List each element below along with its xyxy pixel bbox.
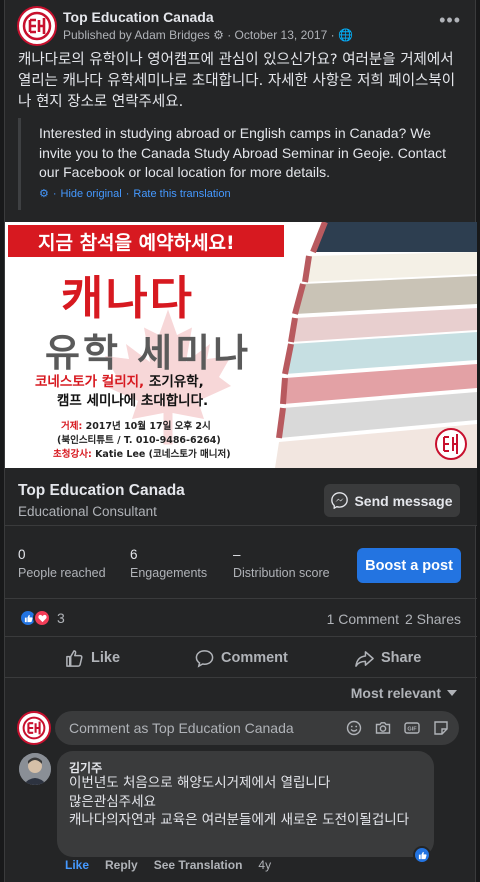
send-message-button[interactable]: Send message (324, 484, 460, 517)
camera-icon[interactable] (374, 719, 391, 736)
reaction-icons[interactable]: 3 (19, 609, 65, 627)
thumbs-up-icon (66, 649, 83, 667)
page-avatar[interactable] (17, 6, 57, 46)
banner-title-2: 유학 세미나 (45, 331, 252, 375)
share-arrow-icon (355, 650, 374, 667)
comment-like-badge[interactable] (413, 846, 431, 864)
post-date[interactable]: October 13, 2017 (235, 28, 328, 42)
see-translation-link[interactable]: See Translation (154, 858, 243, 872)
distribution-value: – (233, 547, 241, 562)
engagements-value: 6 (130, 547, 138, 562)
comment-button[interactable]: Comment (195, 637, 288, 679)
love-reaction-icon (33, 609, 51, 627)
composer-avatar[interactable] (17, 711, 51, 745)
engagement-counts: 1 Comment 2 Shares (327, 611, 461, 627)
distribution-label: Distribution score (233, 566, 330, 580)
engagements-label: Engagements (130, 566, 208, 580)
comment-age[interactable]: 4y (258, 858, 271, 872)
post-actions: Like Comment Share (5, 636, 477, 678)
share-label: Share (381, 650, 422, 666)
post-image[interactable]: 지금 참석을 예약하세요! 캐나다 유학 세미나 코네스토가 컬리지, 조기유학… (5, 222, 477, 468)
composer-icons: GIF (345, 719, 449, 736)
banner-invite-2: 캠프 세미나에 초대합니다. (57, 393, 209, 409)
emoji-icon[interactable] (345, 719, 362, 736)
post-insights: 0 People reached 6 Engagements – Distrib… (5, 527, 477, 595)
gif-icon[interactable]: GIF (403, 719, 420, 736)
globe-icon: · 🌐 (330, 28, 353, 42)
like-button[interactable]: Like (65, 637, 120, 679)
comment-bubble: 김기주 이번년도 처음으로 해양도시거제에서 열립니다 많은관심주세요 캐나다의… (57, 751, 434, 857)
commenter-avatar[interactable] (19, 753, 51, 785)
brand-logo-icon (22, 716, 46, 740)
comment-reply-link[interactable]: Reply (105, 858, 138, 872)
separator: · (52, 187, 57, 200)
messenger-icon (331, 492, 349, 509)
post-card: Top Education Canada Published by Adam B… (4, 0, 477, 882)
banner-speaker: 초청강사: Katie Lee (코네스토가 매니저) (53, 446, 231, 460)
reserve-banner: 지금 참석을 예약하세요! (8, 225, 284, 257)
people-reached-label: People reached (18, 566, 106, 580)
reactions-summary: 3 1 Comment 2 Shares (5, 598, 477, 636)
svg-text:GIF: GIF (407, 726, 417, 732)
college-name: 코네스토가 컬리지, (35, 374, 145, 390)
post-meta: Published by Adam Bridges ⚙ · October 13… (63, 28, 353, 42)
sticker-icon[interactable] (432, 719, 449, 736)
gear-icon[interactable]: ⚙ (39, 187, 49, 200)
reaction-count[interactable]: 3 (57, 609, 65, 627)
share-button[interactable]: Share (355, 637, 421, 679)
page-name-link[interactable]: Top Education Canada (63, 9, 214, 25)
brand-logo-icon (22, 11, 52, 41)
rate-translation-link[interactable]: Rate this translation (133, 188, 230, 200)
person-photo-icon (19, 753, 51, 785)
comment-label: Comment (221, 650, 288, 666)
banner-place: 거제: 2017년 10월 17일 오후 2시 (61, 418, 211, 432)
banner-title-1: 캐나다 (61, 271, 194, 325)
translation-text: Interested in studying abroad or English… (39, 125, 447, 180)
page-category: Educational Consultant (18, 504, 157, 519)
post-body: 캐나다로의 유학이나 영어캠프에 관심이 있으신가요? 여러분을 거제에서 열리… (18, 52, 456, 110)
place-label: 거제: (61, 421, 83, 432)
caret-down-icon (447, 689, 457, 696)
invite-rest: 조기유학, (144, 374, 204, 390)
comment-text: 이번년도 처음으로 해양도시거제에서 열립니다 많은관심주세요 캐나다의자연과 … (69, 775, 410, 828)
comment-like-link[interactable]: Like (65, 858, 89, 872)
place-value: 2017년 10월 17일 오후 2시 (82, 421, 211, 432)
separator: · (125, 187, 130, 200)
banner-invite-1: 코네스토가 컬리지, 조기유학, (35, 370, 204, 390)
send-message-label: Send message (354, 492, 453, 509)
people-reached-value: 0 (18, 547, 26, 562)
gear-icon: ⚙ · (213, 28, 235, 42)
comment-input[interactable]: Comment as Top Education Canada GIF (55, 711, 459, 745)
share-count[interactable]: 2 Shares (405, 611, 461, 627)
thumbs-up-icon (418, 851, 427, 859)
boost-post-button[interactable]: Boost a post (357, 548, 461, 583)
speaker-label: 초청강사: (53, 449, 92, 460)
speaker-value: Katie Lee (코네스토가 매니저) (91, 449, 231, 460)
hide-original-link[interactable]: Hide original (61, 188, 122, 200)
comment-placeholder: Comment as Top Education Canada (69, 720, 294, 736)
speech-bubble-icon (195, 649, 214, 668)
page-info-name[interactable]: Top Education Canada (18, 482, 185, 500)
more-options-button[interactable]: ••• (439, 10, 461, 31)
translation-links: ⚙ · Hide original · Rate this translatio… (39, 187, 231, 201)
page-info-row: Top Education Canada Educational Consult… (5, 468, 477, 526)
translation-box: Interested in studying abroad or English… (18, 118, 463, 210)
like-label: Like (91, 650, 121, 666)
published-by[interactable]: Published by Adam Bridges (63, 28, 210, 42)
books-illustration (275, 222, 477, 468)
comment-count[interactable]: 1 Comment (327, 611, 399, 627)
comment-sort-dropdown[interactable]: Most relevant (351, 685, 457, 701)
sort-label: Most relevant (350, 685, 441, 701)
banner-address: (북인스티튜트 / T. 010-9486-6264) (57, 435, 221, 446)
comment-actions: Like Reply See Translation 4y (65, 858, 271, 872)
